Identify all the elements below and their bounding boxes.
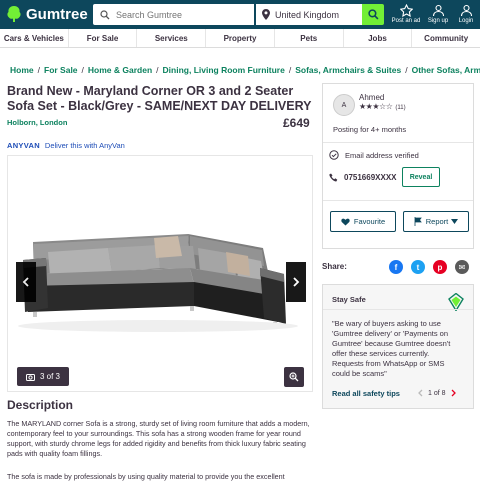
image-counter-text: 3 of 3 xyxy=(39,372,60,381)
phone-icon xyxy=(329,173,338,182)
phone-number-text: 0751669XXXX xyxy=(344,173,397,182)
image-gallery[interactable]: 3 of 3 xyxy=(7,155,313,392)
post-ad-button[interactable]: Post an ad xyxy=(391,4,421,25)
flag-icon xyxy=(414,217,422,226)
description-text: The MARYLAND corner Sofa is a strong, st… xyxy=(7,419,310,458)
search-input[interactable] xyxy=(116,9,246,20)
next-image-button[interactable] xyxy=(286,262,306,302)
favourite-label: Favourite xyxy=(353,217,386,226)
anyvan-delivery-link[interactable]: ANYVAN Deliver this with AnyVan xyxy=(7,141,125,150)
chevron-down-icon xyxy=(451,219,459,224)
breadcrumb-for-sale[interactable]: For Sale xyxy=(44,65,78,75)
review-count: (11) xyxy=(395,105,406,111)
anyvan-logo: ANYVAN xyxy=(7,141,40,150)
email-share-icon[interactable]: ✉ xyxy=(455,260,469,274)
category-community[interactable]: Community xyxy=(412,29,480,47)
anyvan-text: Deliver this with AnyVan xyxy=(44,141,125,150)
safety-text: "Be wary of buyers asking to use 'Gumtre… xyxy=(332,319,451,378)
image-counter: 3 of 3 xyxy=(17,367,69,386)
search-button[interactable] xyxy=(362,4,384,25)
signup-label: Sign up xyxy=(427,18,449,24)
safety-page-indicator: 1 of 8 xyxy=(428,389,446,397)
category-services[interactable]: Services xyxy=(137,29,207,47)
sofa-photo xyxy=(18,234,298,332)
post-ad-label: Post an ad xyxy=(391,18,421,24)
post-ad-icon xyxy=(399,4,413,17)
zoom-button[interactable] xyxy=(284,367,304,387)
category-bar: Cars & Vehicles For Sale Services Proper… xyxy=(0,29,480,48)
signup-button[interactable]: Sign up xyxy=(423,4,453,25)
previous-image-button[interactable] xyxy=(16,262,36,302)
seller-name[interactable]: Ahmed xyxy=(359,93,384,102)
favourite-button[interactable]: Favourite xyxy=(330,211,396,232)
chevron-left-icon xyxy=(22,277,29,287)
breadcrumb-dining-living[interactable]: Dining, Living Room Furniture xyxy=(163,65,285,75)
login-label: Login xyxy=(458,18,474,24)
pinterest-share-icon[interactable]: p xyxy=(433,260,447,274)
category-jobs[interactable]: Jobs xyxy=(344,29,413,47)
camera-icon xyxy=(25,373,35,381)
login-button[interactable]: Login xyxy=(451,4,480,25)
safety-tips-link[interactable]: Read all safety tips xyxy=(332,389,400,398)
description-text-2: The sofa is made by professionals by usi… xyxy=(7,472,285,481)
search-icon xyxy=(367,9,378,20)
chevron-right-icon[interactable] xyxy=(451,389,456,397)
listing-location[interactable]: Holborn, London xyxy=(7,118,67,127)
chevron-right-icon xyxy=(293,277,300,287)
location-value: United Kingdom xyxy=(275,9,340,20)
twitter-share-icon[interactable]: t xyxy=(411,260,425,274)
avatar: A xyxy=(333,94,355,116)
description-heading: Description xyxy=(7,398,74,412)
share-label: Share: xyxy=(322,262,347,271)
seller-rating[interactable]: ★★★☆☆ (11) xyxy=(359,102,406,111)
location-field[interactable]: United Kingdom xyxy=(256,4,362,25)
listing-price: £649 xyxy=(283,116,310,130)
email-verified: Email address verified xyxy=(329,150,419,160)
logo-text: Gumtree xyxy=(26,5,88,23)
category-pets[interactable]: Pets xyxy=(275,29,344,47)
posting-duration: Posting for 4+ months xyxy=(333,125,407,134)
breadcrumb-other-sofas[interactable]: Other Sofas, Armcha xyxy=(412,65,480,75)
chevron-left-icon[interactable] xyxy=(418,389,423,397)
divider xyxy=(323,142,473,143)
tree-logo-icon xyxy=(7,6,21,22)
safety-title: Stay Safe xyxy=(332,295,366,304)
divider xyxy=(323,309,473,310)
listing-title: Brand New - Maryland Corner OR 3 and 2 S… xyxy=(7,84,312,113)
zoom-icon xyxy=(289,372,299,382)
phone-number: 0751669XXXX xyxy=(329,173,397,182)
breadcrumb-home-garden[interactable]: Home & Garden xyxy=(88,65,152,75)
gumtree-logo[interactable]: Gumtree xyxy=(6,5,88,23)
reveal-phone-button[interactable]: Reveal xyxy=(402,167,440,187)
top-navigation-bar: Gumtree United Kingdom Post an ad Sign u… xyxy=(0,0,480,29)
breadcrumb-sofas[interactable]: Sofas, Armchairs & Suites xyxy=(295,65,401,75)
search-box[interactable] xyxy=(93,4,254,25)
category-property[interactable]: Property xyxy=(206,29,275,47)
login-icon xyxy=(460,4,472,17)
email-verified-text: Email address verified xyxy=(345,150,419,160)
search-icon xyxy=(100,9,110,19)
rating-stars: ★★★☆☆ xyxy=(359,102,393,111)
report-button[interactable]: Report xyxy=(403,211,469,232)
breadcrumb: Home / For Sale / Home & Garden / Dining, Livi… xyxy=(10,65,480,75)
safety-panel: Stay Safe "Be wary of buyers asking to u… xyxy=(322,284,474,409)
seller-card: A Ahmed ★★★☆☆ (11) Posting for 4+ months … xyxy=(322,83,474,249)
facebook-share-icon[interactable]: f xyxy=(389,260,403,274)
divider xyxy=(323,200,473,201)
check-circle-icon xyxy=(329,150,339,160)
category-cars-vehicles[interactable]: Cars & Vehicles xyxy=(0,29,69,47)
heart-icon xyxy=(341,218,350,225)
breadcrumb-home[interactable]: Home xyxy=(10,65,34,75)
report-label: Report xyxy=(425,217,449,226)
category-for-sale[interactable]: For Sale xyxy=(69,29,138,47)
location-pin-icon xyxy=(262,9,270,20)
safety-pager: 1 of 8 xyxy=(418,389,456,397)
signup-icon xyxy=(432,4,444,17)
